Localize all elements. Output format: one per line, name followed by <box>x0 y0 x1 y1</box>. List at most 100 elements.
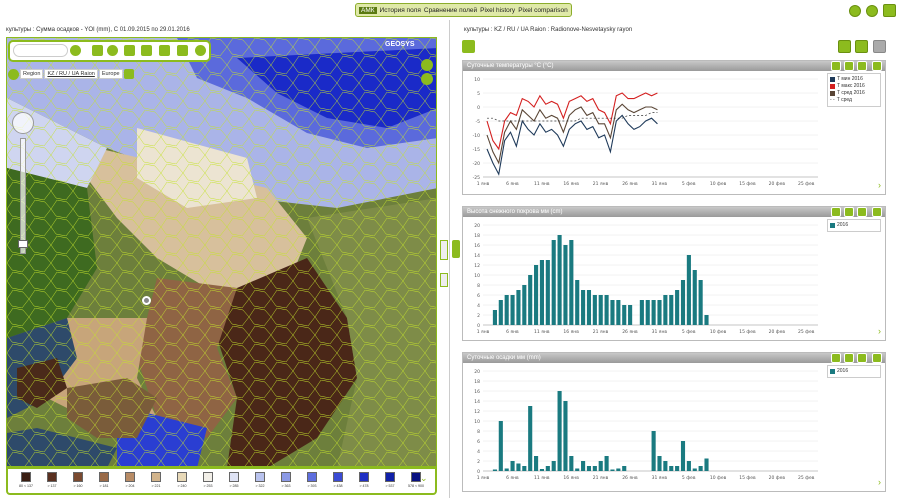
settings-icon[interactable] <box>195 45 206 56</box>
bar <box>581 290 586 325</box>
tab-amk[interactable]: АМК <box>359 6 377 14</box>
x-tick-label: 5 фев <box>682 329 696 335</box>
tab-pixel-history[interactable]: Pixel history <box>480 7 515 14</box>
camera-icon[interactable] <box>844 353 854 363</box>
tab-field-comparison[interactable]: Сравнение полей <box>424 7 477 14</box>
pan-control[interactable] <box>12 112 34 134</box>
upload-icon[interactable] <box>831 61 841 71</box>
x-tick-label: 25 фев <box>798 329 815 335</box>
legend-class-swatch <box>177 472 187 482</box>
map-view[interactable] <box>6 37 437 467</box>
legend-class-swatch <box>229 472 239 482</box>
collapse-left-icon[interactable] <box>440 240 448 260</box>
chart-icon[interactable] <box>855 40 868 53</box>
bar <box>504 295 509 325</box>
zoom-handle[interactable] <box>18 240 28 248</box>
legend-class-label: > 393 <box>307 484 317 488</box>
bar <box>575 468 580 471</box>
bar <box>563 401 568 471</box>
breadcrumb-europe[interactable]: Europe <box>98 69 123 79</box>
globe-icon[interactable] <box>107 45 118 56</box>
legend-class-label: > 160 <box>73 484 83 488</box>
bar <box>622 305 627 325</box>
layers-icon[interactable] <box>141 45 152 56</box>
x-tick-label: 15 фев <box>739 475 756 481</box>
search-icon[interactable] <box>70 45 81 56</box>
x-tick-label: 6 янв <box>506 181 519 187</box>
copy-icon[interactable] <box>857 61 867 71</box>
help-icon[interactable] <box>866 5 878 17</box>
camera-icon[interactable] <box>844 207 854 217</box>
expand-chevron-icon[interactable]: › <box>878 326 881 336</box>
legend-class-label: > 537 <box>385 484 395 488</box>
x-tick-label: 6 янв <box>506 329 519 335</box>
snow-depth-chart[interactable]: 201816141210864201 янв 6 янв 11 янв 16 янв 2… <box>463 217 823 342</box>
camera-icon[interactable] <box>421 59 433 71</box>
info-icon[interactable] <box>421 73 433 85</box>
close-icon[interactable] <box>872 207 882 217</box>
bar <box>698 280 703 325</box>
legend-class-swatch <box>385 472 395 482</box>
mail-icon[interactable] <box>849 5 861 17</box>
layer-icon[interactable] <box>124 45 135 56</box>
precipitation-chart[interactable]: 201816141210864201 янв 6 янв 11 янв 16 янв 2… <box>463 363 823 493</box>
fullscreen-icon[interactable] <box>883 4 896 17</box>
expand-chevron-icon[interactable]: › <box>878 180 881 190</box>
back-icon[interactable] <box>8 68 19 80</box>
image-icon[interactable] <box>177 45 188 56</box>
tab-pixel-comparison[interactable]: Pixel comparison <box>518 7 568 14</box>
bar <box>528 406 533 471</box>
bar <box>510 461 515 471</box>
x-tick-label: 1 янв <box>477 329 490 335</box>
temperature-chart[interactable]: 10 5 0 -5 -10 -15 -20 -251 янв 6 янв 11 янв 16 янв… <box>463 71 823 196</box>
bar <box>545 466 550 471</box>
legend-label: T мин 2016 <box>837 76 863 82</box>
upload-icon[interactable] <box>831 207 841 217</box>
panel-temperature: Суточные температуры °C (°C) 10 5 0 -5 -10 -1… <box>462 60 886 195</box>
tab-field-history[interactable]: История поля <box>380 7 421 14</box>
bar <box>622 466 627 471</box>
y-tick-label: 0 <box>477 105 480 111</box>
x-tick-label: 25 фев <box>798 181 815 187</box>
close-icon[interactable] <box>872 61 882 71</box>
copy-icon[interactable] <box>857 353 867 363</box>
expand-chevron-icon[interactable]: › <box>878 477 881 487</box>
y-tick-label: 12 <box>474 409 480 415</box>
x-tick-label: 10 фев <box>710 181 727 187</box>
expand-panel-icon[interactable] <box>452 240 460 258</box>
x-tick-label: 31 янв <box>652 181 668 187</box>
legend-class-label: > 181 <box>99 484 109 488</box>
breadcrumb-region[interactable]: Region <box>20 69 44 79</box>
y-tick-label: 0 <box>477 323 480 329</box>
legend-class-label: > 240 <box>177 484 187 488</box>
legend-label: T сред <box>836 97 852 103</box>
search-input[interactable] <box>13 44 68 57</box>
tools-icon[interactable] <box>92 45 103 56</box>
legend-class-swatch <box>151 472 161 482</box>
breadcrumb-raion[interactable]: KZ / RU / UA Raion <box>44 69 98 79</box>
copy-icon[interactable] <box>857 207 867 217</box>
bar <box>498 300 503 325</box>
collapse-arrow-icon[interactable] <box>440 273 448 287</box>
close-icon[interactable] <box>872 353 882 363</box>
x-tick-label: 11 янв <box>534 181 550 187</box>
export-icon[interactable] <box>838 40 851 53</box>
legend-class-label: > 438 <box>333 484 343 488</box>
favorite-star-icon[interactable] <box>462 40 475 53</box>
settings-panel-icon[interactable] <box>873 40 886 53</box>
bar <box>551 461 556 471</box>
legend-item: 2016 <box>830 222 878 228</box>
list-icon[interactable] <box>123 69 134 79</box>
upload-icon[interactable] <box>831 353 841 363</box>
bar <box>598 295 603 325</box>
y-tick-label: 12 <box>474 263 480 269</box>
grid-icon[interactable] <box>159 45 170 56</box>
bar <box>510 295 515 325</box>
panel-header: Высота снежного покрова мм (cm) <box>463 207 885 217</box>
bar <box>639 300 644 325</box>
legend-toggle-icon[interactable]: ⌄ <box>420 473 430 483</box>
zoom-slider[interactable] <box>20 138 26 254</box>
location-marker-icon[interactable] <box>142 296 151 305</box>
camera-icon[interactable] <box>844 61 854 71</box>
bar <box>592 466 597 471</box>
